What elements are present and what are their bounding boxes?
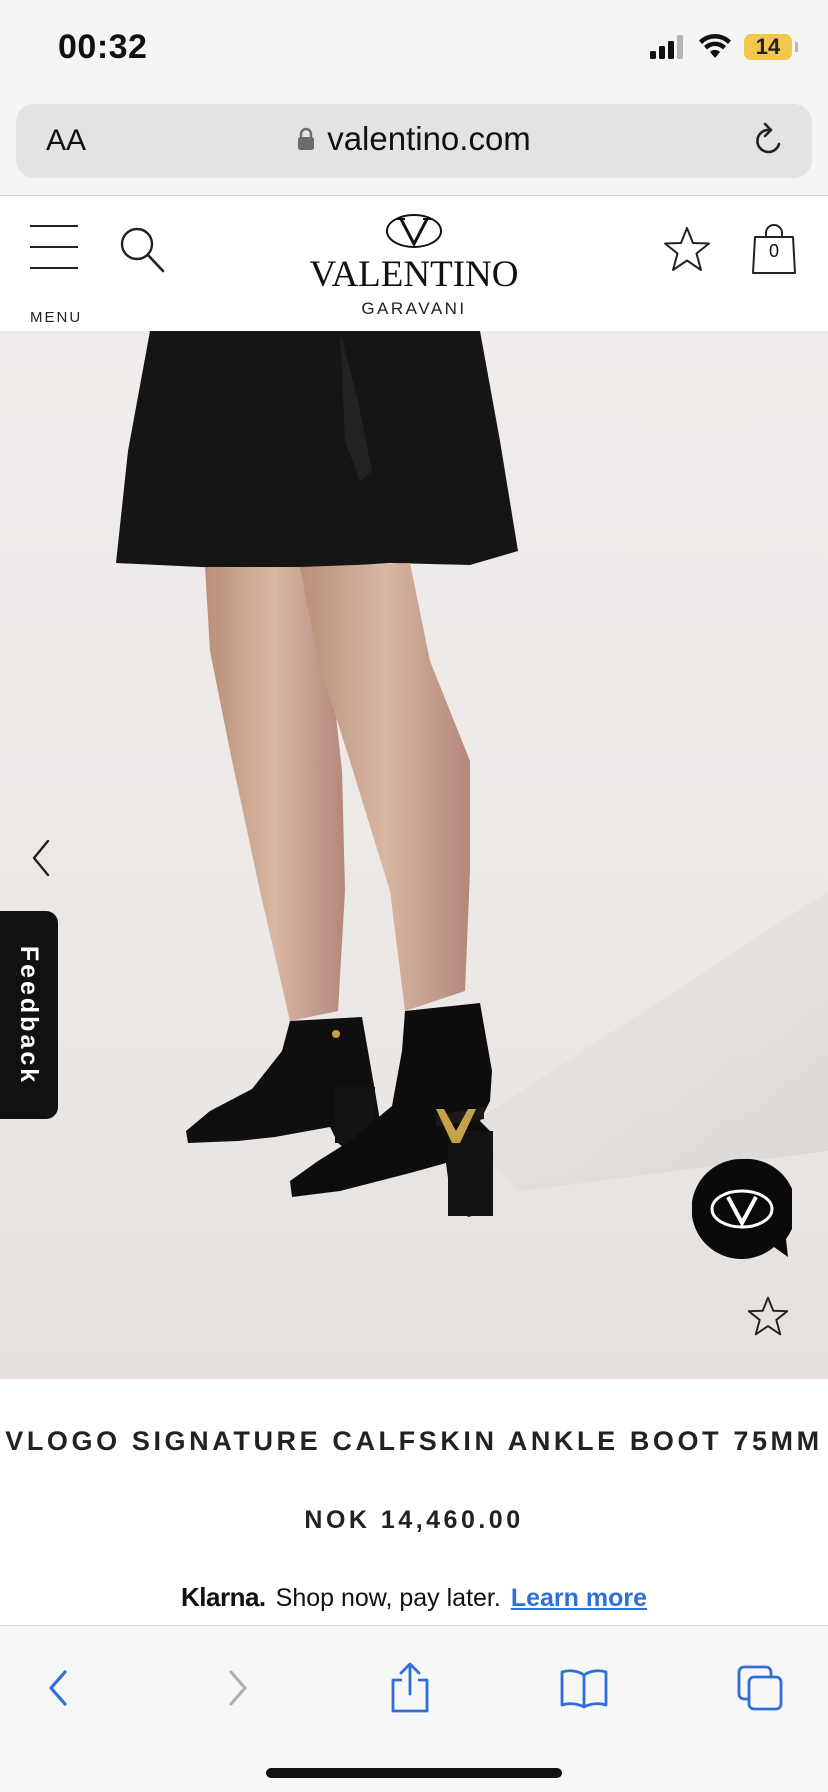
wishlist-star-icon[interactable]	[662, 225, 712, 273]
url-display[interactable]: valentino.com	[16, 120, 812, 158]
reload-icon[interactable]	[752, 122, 786, 160]
logo-wordmark: VALENTINO	[309, 254, 519, 295]
klarna-logo: Klarna.	[181, 1582, 266, 1612]
klarna-promo: Klarna. Shop now, pay later. Learn more	[0, 1582, 828, 1613]
battery-indicator: 14	[744, 34, 798, 60]
wifi-icon	[699, 34, 731, 58]
tabs-icon	[737, 1665, 783, 1711]
back-icon	[49, 1670, 67, 1706]
cellular-signal-icon	[650, 35, 683, 59]
valentino-chat-icon[interactable]	[692, 1159, 792, 1259]
forward-button[interactable]	[208, 1658, 268, 1718]
home-indicator[interactable]	[266, 1768, 562, 1778]
share-icon	[391, 1662, 429, 1713]
site-header: MENU VALENTINO GARAVANI 0	[0, 197, 828, 331]
menu-button[interactable]: MENU	[30, 225, 80, 326]
browser-address-area: AA valentino.com	[0, 96, 828, 196]
battery-level: 14	[755, 34, 781, 59]
status-time: 00:32	[58, 28, 148, 66]
star-icon[interactable]	[746, 1295, 790, 1337]
chevron-left-icon[interactable]	[24, 833, 58, 883]
address-bar[interactable]: AA valentino.com	[16, 104, 812, 178]
url-text: valentino.com	[327, 120, 531, 157]
bag-count: 0	[768, 241, 779, 261]
logo-subtitle: GARAVANI	[361, 299, 467, 318]
bookmarks-icon	[560, 1669, 608, 1709]
status-icons: 14	[650, 34, 798, 60]
search-icon[interactable]	[118, 225, 166, 275]
share-button[interactable]	[380, 1658, 440, 1718]
menu-label: MENU	[30, 309, 83, 326]
shopping-bag-button[interactable]: 0	[750, 223, 798, 275]
browser-toolbar	[0, 1625, 828, 1792]
learn-more-link[interactable]: Learn more	[511, 1584, 647, 1613]
v-logo-icon	[386, 214, 442, 248]
klarna-text: Shop now, pay later.	[275, 1584, 501, 1612]
feedback-label: Feedback	[15, 945, 44, 1085]
product-price: NOK 14,460.00	[304, 1506, 524, 1534]
status-bar: 00:32 14	[0, 0, 828, 96]
feedback-tab[interactable]: Feedback	[0, 911, 58, 1119]
product-image[interactable]: Feedback	[0, 331, 828, 1379]
forward-icon	[229, 1670, 247, 1706]
product-title: VLOGO SIGNATURE CALFSKIN ANKLE BOOT 75MM	[5, 1426, 823, 1456]
valentino-logo[interactable]: VALENTINO GARAVANI	[294, 213, 534, 318]
tabs-button[interactable]	[730, 1658, 790, 1718]
back-button[interactable]	[28, 1658, 88, 1718]
bookmarks-button[interactable]	[554, 1658, 614, 1718]
lock-icon	[298, 127, 315, 150]
